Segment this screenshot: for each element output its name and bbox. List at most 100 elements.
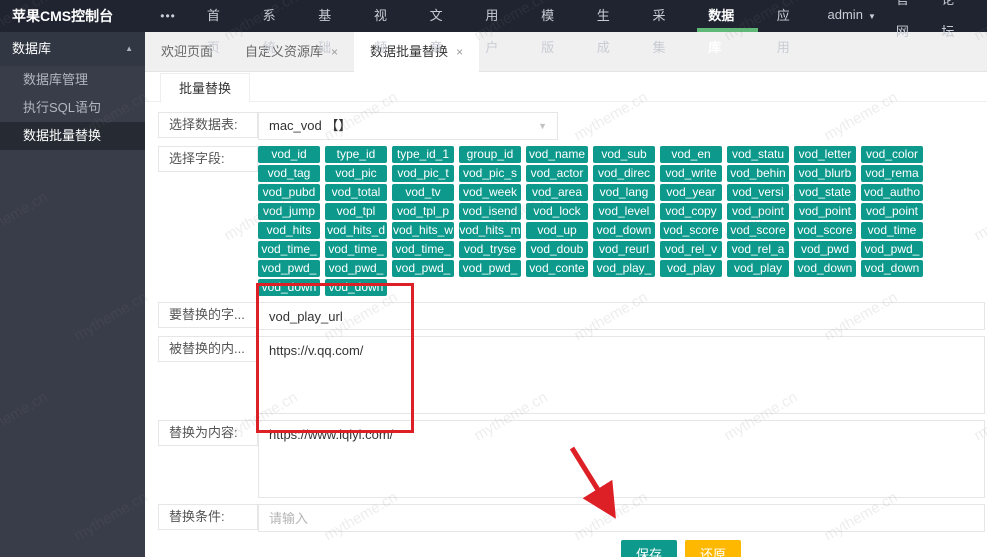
field-button[interactable]: vod_point — [727, 203, 789, 220]
field-button[interactable]: vod_rel_v — [660, 241, 722, 258]
field-button[interactable]: vod_down — [325, 279, 387, 296]
topnav-item[interactable]: 系统 — [248, 0, 304, 32]
field-button[interactable]: vod_score — [660, 222, 722, 239]
topnav-item[interactable]: 视频 — [359, 0, 415, 32]
restore-button[interactable]: 还原 — [685, 540, 741, 557]
field-button[interactable]: vod_pic — [325, 165, 387, 182]
more-menu-icon[interactable]: ••• — [144, 0, 192, 32]
field-button[interactable]: vod_lang — [593, 184, 655, 201]
sidebar-item[interactable]: 执行SQL语句 — [0, 94, 145, 122]
field-button[interactable]: vod_color — [861, 146, 923, 163]
field-button[interactable]: vod_autho — [861, 184, 923, 201]
field-button[interactable]: vod_pwd_ — [258, 260, 320, 277]
condition-input[interactable] — [258, 504, 985, 532]
field-button[interactable]: vod_total — [325, 184, 387, 201]
field-button[interactable]: vod_area — [526, 184, 588, 201]
field-button[interactable]: vod_en — [660, 146, 722, 163]
field-button[interactable]: vod_hits_d — [325, 222, 387, 239]
field-button[interactable]: vod_isend — [459, 203, 521, 220]
field-button[interactable]: vod_time_ — [392, 241, 454, 258]
field-button[interactable]: vod_down — [593, 222, 655, 239]
replace-content-textarea[interactable]: https://www.iqiyi.com/ — [258, 420, 985, 498]
topbar-link[interactable]: 官网 — [886, 0, 932, 48]
field-button[interactable]: vod_id — [258, 146, 320, 163]
field-button[interactable]: vod_pic_s — [459, 165, 521, 182]
field-button[interactable]: vod_tag — [258, 165, 320, 182]
field-button[interactable]: vod_pubd — [258, 184, 320, 201]
field-button[interactable]: vod_time_ — [325, 241, 387, 258]
topnav-item[interactable]: 生成 — [582, 0, 638, 32]
field-button[interactable]: vod_name — [526, 146, 588, 163]
topnav-item[interactable]: 应用 — [762, 0, 818, 32]
field-button[interactable]: vod_hits_m — [459, 222, 521, 239]
field-button[interactable]: vod_versi — [727, 184, 789, 201]
field-button[interactable]: vod_lock — [526, 203, 588, 220]
close-tab-icon[interactable]: × — [456, 45, 463, 59]
field-button[interactable]: vod_behin — [727, 165, 789, 182]
topnav-item[interactable]: 基础 — [303, 0, 359, 32]
field-button[interactable]: vod_point — [861, 203, 923, 220]
field-button[interactable]: vod_jump — [258, 203, 320, 220]
field-button[interactable]: type_id_1 — [392, 146, 454, 163]
field-button[interactable]: vod_blurb — [794, 165, 856, 182]
field-button[interactable]: vod_reurl — [593, 241, 655, 258]
field-button[interactable]: vod_score — [794, 222, 856, 239]
topnav-item[interactable]: 采集 — [637, 0, 693, 32]
topnav-item[interactable]: 首页 — [192, 0, 248, 32]
field-button[interactable]: vod_play_ — [593, 260, 655, 277]
user-menu[interactable]: admin▼ — [818, 0, 886, 33]
field-button[interactable]: vod_up — [526, 222, 588, 239]
field-button[interactable]: vod_down — [258, 279, 320, 296]
sidebar-item[interactable]: 数据库管理 — [0, 66, 145, 94]
page-tab[interactable]: 数据批量替换× — [354, 32, 479, 72]
field-button[interactable]: vod_score — [727, 222, 789, 239]
field-button[interactable]: group_id — [459, 146, 521, 163]
field-button[interactable]: vod_pwd_ — [325, 260, 387, 277]
field-button[interactable]: vod_pwd_ — [392, 260, 454, 277]
field-button[interactable]: vod_play — [660, 260, 722, 277]
topnav-item[interactable]: 数据库 — [693, 0, 762, 32]
field-button[interactable]: vod_time_ — [258, 241, 320, 258]
field-button[interactable]: vod_pwd_ — [861, 241, 923, 258]
field-button[interactable]: vod_tpl_p — [392, 203, 454, 220]
field-button[interactable]: vod_rel_a — [727, 241, 789, 258]
table-select[interactable]: mac_vod 【】 ▼ — [258, 112, 558, 140]
field-button[interactable]: vod_actor — [526, 165, 588, 182]
topnav-item[interactable]: 文章 — [415, 0, 471, 32]
tab-batch-replace[interactable]: 批量替换 — [160, 73, 250, 103]
field-button[interactable]: vod_pwd — [794, 241, 856, 258]
topnav-item[interactable]: 用户 — [470, 0, 526, 32]
field-button[interactable]: vod_time — [861, 222, 923, 239]
field-button[interactable]: vod_tv — [392, 184, 454, 201]
field-button[interactable]: vod_state — [794, 184, 856, 201]
search-content-textarea[interactable]: https://v.qq.com/ — [258, 336, 985, 414]
field-button[interactable]: vod_tpl — [325, 203, 387, 220]
field-button[interactable]: vod_down — [861, 260, 923, 277]
field-button[interactable]: vod_point — [794, 203, 856, 220]
save-button[interactable]: 保存 — [621, 540, 677, 557]
field-button[interactable]: vod_pwd_ — [459, 260, 521, 277]
sidebar-group-database[interactable]: 数据库 ▲ — [0, 32, 145, 66]
replace-field-input[interactable] — [258, 302, 985, 330]
field-button[interactable]: vod_direc — [593, 165, 655, 182]
topbar-link[interactable]: 论坛 — [931, 0, 977, 48]
close-tab-icon[interactable]: × — [331, 45, 338, 59]
field-button[interactable]: vod_sub — [593, 146, 655, 163]
field-button[interactable]: vod_level — [593, 203, 655, 220]
field-button[interactable]: vod_letter — [794, 146, 856, 163]
field-button[interactable]: vod_statu — [727, 146, 789, 163]
field-button[interactable]: vod_tryse — [459, 241, 521, 258]
topnav-item[interactable]: 模版 — [526, 0, 582, 32]
field-button[interactable]: vod_play — [727, 260, 789, 277]
field-button[interactable]: vod_down — [794, 260, 856, 277]
field-button[interactable]: vod_conte — [526, 260, 588, 277]
field-button[interactable]: vod_doub — [526, 241, 588, 258]
page-tab[interactable]: 自定义资源库× — [229, 32, 354, 72]
field-button[interactable]: vod_copy — [660, 203, 722, 220]
field-button[interactable]: vod_pic_t — [392, 165, 454, 182]
field-button[interactable]: type_id — [325, 146, 387, 163]
sidebar-item[interactable]: 数据批量替换 — [0, 122, 145, 150]
field-button[interactable]: vod_hits_w — [392, 222, 454, 239]
field-button[interactable]: vod_year — [660, 184, 722, 201]
field-button[interactable]: vod_write — [660, 165, 722, 182]
